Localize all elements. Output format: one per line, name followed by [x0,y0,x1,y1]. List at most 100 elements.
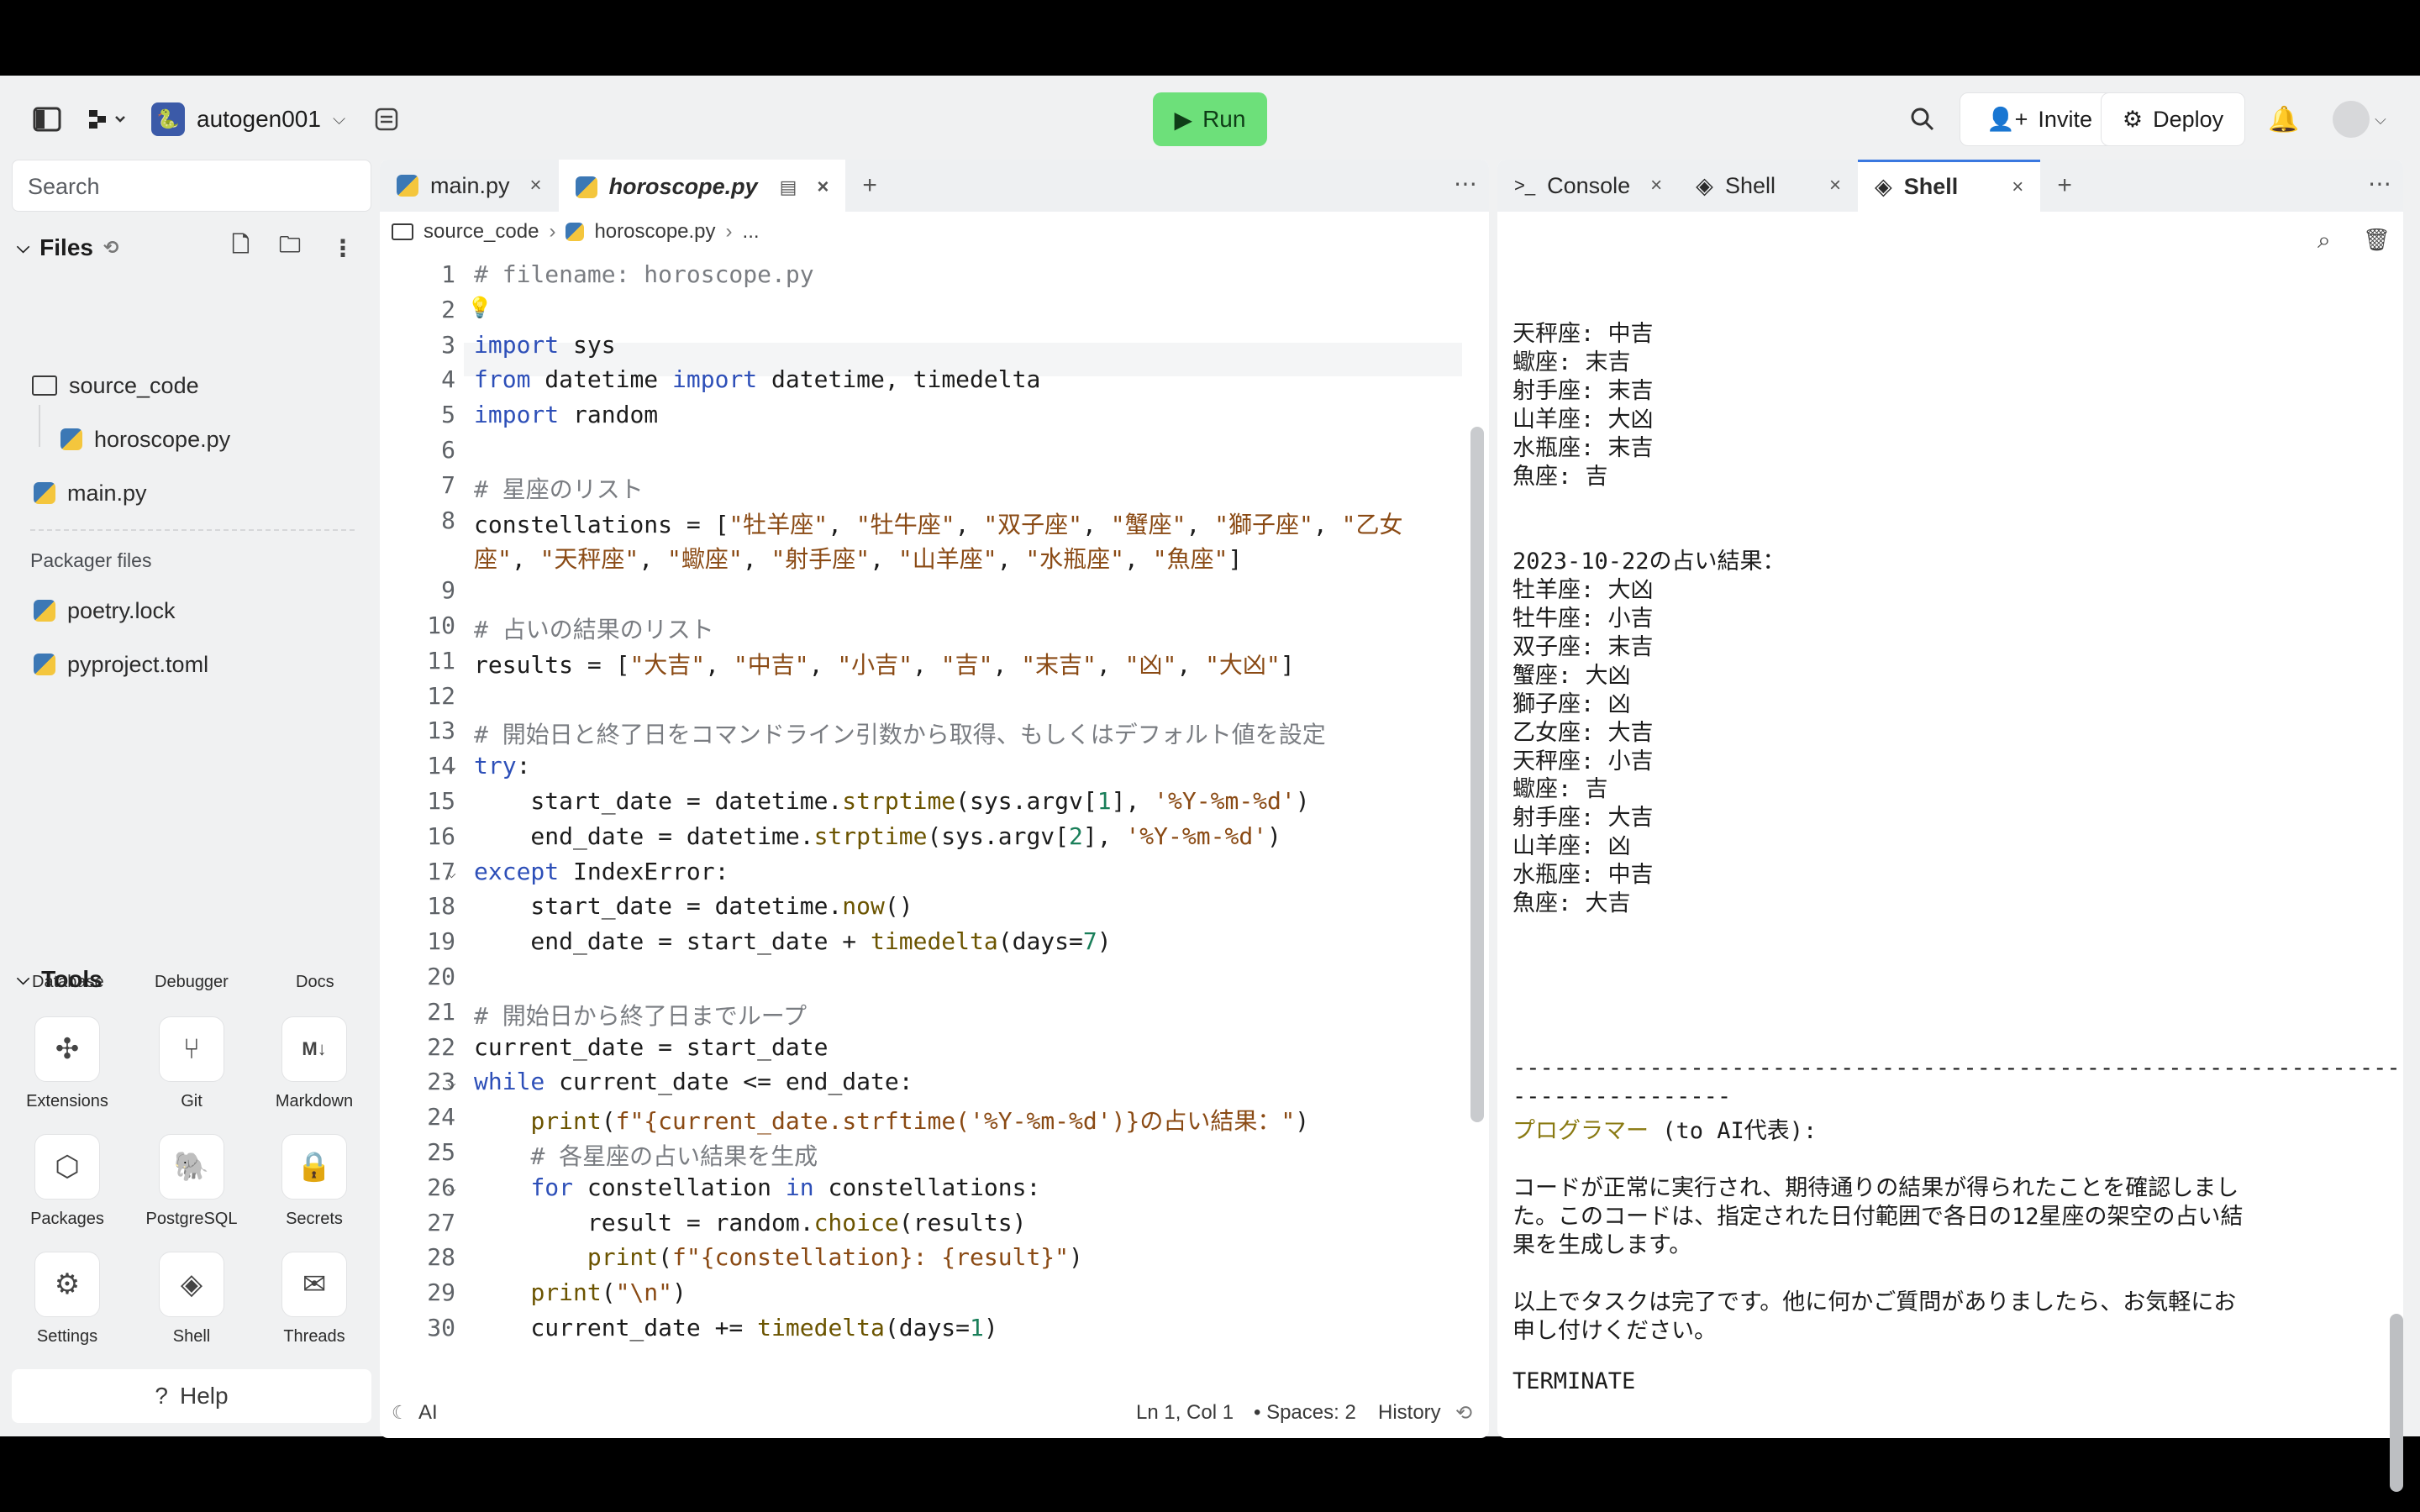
more-options-icon[interactable]: ⋯ [2368,170,2391,197]
tree-file-poetry-lock[interactable]: poetry.lock [34,591,176,630]
line-number: 25 [427,1138,455,1166]
close-icon[interactable]: × [817,176,829,199]
code-line: while current_date <= end_date: [474,1068,913,1096]
tool-shell[interactable]: ◈ Shell [141,1252,242,1361]
line-number: 29 [427,1278,455,1307]
close-icon[interactable]: × [1829,174,1841,197]
tool-threads[interactable]: ✉ Threads [264,1252,365,1361]
terminal-prompt-icon: >_ [1514,175,1536,196]
breadcrumb-item[interactable]: horoscope.py [594,220,715,244]
add-user-icon: 👤+ [1986,107,2028,132]
console-tabs: >_ Console × ◈ Shell × ◈ Shell × + ⋯ [1497,160,2403,212]
chevron-down-icon: ⌵ [17,238,30,257]
tool-database[interactable]: Database [32,973,104,992]
indent-setting[interactable]: • Spaces: 2 [1254,1401,1356,1425]
code-line: print("\n") [530,1278,687,1307]
code-line: current_date = start_date [474,1032,829,1061]
package-icon: ⬡ [34,1134,100,1200]
tool-docs[interactable]: Docs [296,973,334,992]
tab-shell-2[interactable]: ◈ Shell × [1858,160,2041,212]
database-icon[interactable] [370,101,403,138]
python-file-icon [34,482,55,504]
close-icon[interactable]: × [1650,174,1662,197]
tool-debugger[interactable]: Debugger [155,973,229,992]
speaker-line: プログラマー (to AI代表): [1512,1112,1817,1145]
close-icon[interactable]: × [2012,176,2023,199]
editor-tabs: main.py × horoscope.py ▤ × + ⋯ [380,160,1489,212]
deploy-button[interactable]: ⚙ Deploy [2101,92,2245,146]
tab-label: Shell [1724,172,1776,198]
python-file-icon [566,223,585,241]
fold-toggle-icon[interactable]: ⌵ [447,759,456,776]
search-icon[interactable] [1904,101,1941,138]
files-header[interactable]: ⌵ Files ⟲ 🗋 🗀 ⋮ [17,227,361,269]
tree-folder-source-code[interactable]: source_code [32,366,199,405]
more-options-icon[interactable]: ⋮ [331,234,355,262]
code-line: # 各星座の占い結果を生成 [530,1142,818,1170]
editor-scrollbar[interactable] [1470,427,1484,1122]
tab-main-py[interactable]: main.py × [380,160,559,212]
fold-toggle-icon[interactable]: ⌵ [447,1074,456,1092]
line-number: 20 [427,963,455,990]
sidebar-toggle-icon[interactable] [29,101,66,138]
python-file-icon [575,176,597,198]
cursor-position[interactable]: Ln 1, Col 1 [1136,1401,1234,1425]
line-number: 21 [427,997,455,1026]
search-icon[interactable]: ⌕ [2317,227,2331,255]
output-line: 魚座: 大吉 [1512,890,1631,916]
tree-file-pyproject[interactable]: pyproject.toml [34,645,208,684]
code-line: results = ["大吉", "中吉", "小吉", "吉", "末吉", … [474,650,1295,679]
avatar[interactable]: ⌵ [2326,101,2393,138]
tab-shell-1[interactable]: ◈ Shell × [1679,160,1858,212]
invite-button[interactable]: 👤+ Invite [1960,92,2119,146]
new-tab-icon[interactable]: + [845,160,894,212]
code-line: import sys [474,330,616,359]
fold-toggle-icon[interactable]: ⌵ [447,864,456,882]
breadcrumb-item[interactable]: ... [743,220,760,244]
editor-status-bar: ☾ AI Ln 1, Col 1 • Spaces: 2 History ⟲ [380,1388,1489,1438]
shell-icon: ◈ [159,1252,224,1317]
tool-secrets[interactable]: 🔒 Secrets [264,1134,365,1243]
code-line: current_date += timedelta(days=1) [474,1314,998,1341]
new-tab-icon[interactable]: + [2040,160,2089,212]
tree-file-horoscope[interactable]: horoscope.py [60,420,230,459]
project-selector[interactable]: 🐍 autogen001 ⌵ [151,99,345,139]
tool-packages[interactable]: ⬡ Packages [17,1134,118,1243]
trash-icon[interactable]: 🗑 [2363,227,2391,253]
code-line: # 開始日と終了日をコマンドライン引数から取得、もしくはデフォルト値を設定 [474,721,1326,749]
code-line: end_date = start_date + timedelta(days=7… [474,927,1112,956]
tool-git[interactable]: ⑂ Git [141,1016,242,1126]
tool-extensions[interactable]: ✣ Extensions [17,1016,118,1126]
divider [30,529,355,531]
tool-settings[interactable]: ⚙ Settings [17,1252,118,1361]
replit-menu-icon[interactable] [84,101,134,138]
line-number: 18 [427,892,455,921]
history-button[interactable]: History [1378,1401,1441,1425]
search-input[interactable]: Search [12,160,371,212]
tool-postgresql[interactable]: 🐘 PostgreSQL [141,1134,242,1243]
tab-console[interactable]: >_ Console × [1497,160,1679,212]
line-number: 19 [427,927,455,956]
more-options-icon[interactable]: ⋯ [1454,170,1477,197]
tool-markdown[interactable]: M↓ Markdown [264,1016,365,1126]
tab-horoscope-py[interactable]: horoscope.py ▤ × [558,160,846,212]
shell-icon: ◈ [1696,172,1713,198]
new-file-icon[interactable]: 🗋 [232,229,250,266]
close-icon[interactable]: × [530,174,542,197]
bell-icon[interactable]: 🔔 [2265,101,2302,138]
tree-item-label: horoscope.py [94,426,231,452]
tree-file-main[interactable]: main.py [34,474,147,512]
code-line: # 占いの結果のリスト [474,616,714,643]
fold-toggle-icon[interactable]: ⌵ [447,1180,456,1198]
breadcrumb-item[interactable]: source_code [424,220,539,244]
new-folder-icon[interactable]: 🗀 [279,229,301,266]
line-number: 10 [427,612,455,639]
split-view-icon[interactable]: ▤ [780,176,797,198]
help-button[interactable]: ? Help [12,1369,371,1423]
shell-scrollbar[interactable] [2390,1314,2403,1492]
code-editor[interactable]: 1 # filename: horoscope.py 2 3 import sys 4 fr… [380,252,1464,1386]
ai-button[interactable]: AI [418,1401,438,1425]
tab-label: Shell [1903,174,1959,199]
lightbulb-icon[interactable]: 💡 [467,296,492,319]
run-button[interactable]: ▶ Run [1153,92,1267,146]
